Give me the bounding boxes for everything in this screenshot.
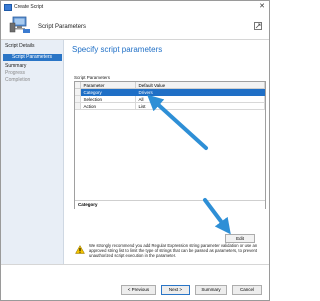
parameters-table: Parameter Default Value Category Drivers… — [75, 82, 265, 110]
nav-item-script-parameters[interactable]: Script Parameters — [3, 54, 62, 61]
page-title: Specify script parameters — [72, 45, 163, 54]
table-row[interactable]: Category Drivers — [75, 88, 265, 96]
cell-default-value[interactable]: List — [135, 102, 265, 110]
title-bar: Create Script ✕ — [1, 1, 269, 13]
create-script-window: Create Script ✕ Script Parameters Script… — [0, 0, 270, 301]
cell-default-value[interactable]: All — [135, 95, 265, 103]
table-row[interactable]: Action List — [75, 102, 265, 110]
wizard-header: Script Parameters — [1, 13, 269, 40]
close-icon[interactable]: ✕ — [259, 2, 265, 10]
cell-parameter[interactable]: Action — [80, 102, 136, 110]
nav-item-progress: Progress — [5, 70, 26, 76]
nav-item-completion: Completion — [5, 77, 31, 83]
computer-icon — [9, 16, 30, 33]
wizard-nav: Script Details Script Parameters Summary… — [1, 40, 64, 264]
description-panel: Category — [75, 200, 265, 209]
cell-parameter[interactable]: Selection — [80, 95, 136, 103]
app-icon — [4, 4, 12, 11]
footer-divider — [1, 264, 269, 265]
nav-item-summary[interactable]: Summary — [5, 63, 26, 69]
table-row[interactable]: Selection All — [75, 95, 265, 103]
wizard-title: Script Parameters — [38, 24, 87, 30]
parameters-grid[interactable]: Parameter Default Value Category Drivers… — [74, 81, 266, 209]
previous-button[interactable]: < Previous — [121, 285, 156, 295]
cell-default-value[interactable]: Drivers — [135, 88, 265, 96]
group-label: Script Parameters — [74, 75, 111, 80]
help-icon[interactable] — [254, 22, 262, 30]
next-button[interactable]: Next > — [161, 285, 190, 295]
cancel-button[interactable]: Cancel — [232, 285, 262, 295]
summary-button[interactable]: Summary — [195, 285, 227, 295]
edit-button[interactable]: Edit — [225, 234, 255, 243]
warning-text: We strongly recommend you add Regular Ex… — [89, 243, 258, 258]
cell-parameter[interactable]: Category — [80, 88, 136, 96]
window-title: Create Script — [14, 4, 44, 10]
nav-item-label: Script Parameters — [12, 54, 53, 60]
warning-icon — [75, 245, 85, 254]
nav-item-script-details[interactable]: Script Details — [5, 43, 34, 49]
description-label: Category — [78, 202, 98, 207]
